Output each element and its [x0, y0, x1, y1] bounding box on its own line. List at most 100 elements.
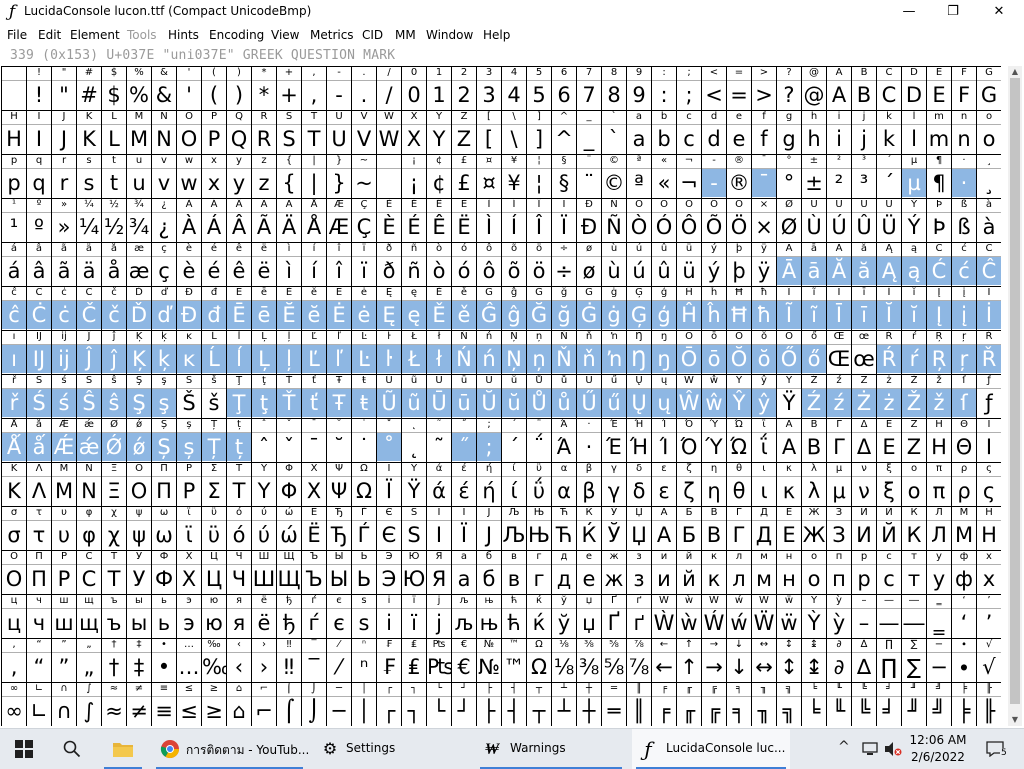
glyph-cell[interactable]: ę — [402, 301, 426, 329]
glyph-cell-label[interactable]: Я — [427, 550, 451, 564]
glyph-cell[interactable]: ή — [477, 477, 501, 505]
glyph-cell[interactable]: Ì — [477, 213, 501, 241]
glyph-cell-label[interactable]: ĝ — [502, 286, 526, 300]
glyph-cell[interactable]: Ņ — [502, 345, 526, 373]
glyph-cell-label[interactable]: ć — [952, 242, 976, 256]
glyph-cell-label[interactable]: į — [952, 286, 976, 300]
glyph-cell-label[interactable]: ╕ — [727, 682, 751, 696]
glyph-cell-label[interactable]: ^ — [552, 110, 576, 124]
glyph-cell-label[interactable]: Þ — [927, 198, 951, 212]
glyph-cell-label[interactable]: Ÿ — [777, 374, 801, 388]
glyph-cell-label[interactable]: ¤ — [477, 154, 501, 168]
glyph-cell[interactable]: Ţ — [227, 389, 251, 417]
glyph-cell-label[interactable]: ¥ — [502, 154, 526, 168]
menu-cid[interactable]: CID — [362, 28, 383, 42]
glyph-cell[interactable]: & — [152, 81, 176, 109]
glyph-cell-label[interactable]: ũ — [402, 374, 426, 388]
glyph-cell[interactable]: ŷ — [752, 389, 776, 417]
glyph-cell-label[interactable]: ` — [602, 110, 626, 124]
glyph-cell[interactable]: ⅜ — [577, 653, 601, 681]
glyph-cell[interactable]: κ — [777, 477, 801, 505]
glyph-cell-label[interactable]: χ — [102, 506, 126, 520]
glyph-cell-label[interactable]: z — [252, 154, 276, 168]
glyph-cell-label[interactable]: Ŧ — [327, 374, 351, 388]
glyph-cell-label[interactable]: Ŝ — [77, 374, 101, 388]
glyph-cell[interactable]: Ĭ — [877, 301, 901, 329]
glyph-cell[interactable]: Τ — [227, 477, 251, 505]
glyph-cell-label[interactable]: ₤ — [402, 638, 426, 652]
minimize-button[interactable]: — — [886, 0, 932, 24]
glyph-cell[interactable]: ⅝ — [602, 653, 626, 681]
glyph-cell-label[interactable]: 2 — [452, 66, 476, 80]
glyph-cell[interactable]: ō — [702, 345, 726, 373]
glyph-cell-label[interactable]: › — [252, 638, 276, 652]
glyph-cell[interactable]: ð — [377, 257, 401, 285]
glyph-cell[interactable]: ŉ — [602, 345, 626, 373]
glyph-cell[interactable]: ǿ — [127, 433, 151, 461]
glyph-cell[interactable]: ě — [452, 301, 476, 329]
glyph-cell[interactable]: Ħ — [727, 301, 751, 329]
glyph-cell-label[interactable]: Å — [302, 198, 326, 212]
glyph-cell-label[interactable]: æ — [127, 242, 151, 256]
glyph-cell-label[interactable]: Љ — [502, 506, 526, 520]
glyph-cell[interactable]: ║ — [627, 697, 651, 725]
glyph-cell[interactable]: ┤ — [502, 697, 526, 725]
glyph-cell[interactable]: ˜ — [427, 433, 451, 461]
glyph-cell-label[interactable]: L — [102, 110, 126, 124]
glyph-cell-label[interactable]: ή — [477, 462, 501, 476]
glyph-cell-label[interactable]: ν — [852, 462, 876, 476]
glyph-cell-label[interactable]: σ — [2, 506, 26, 520]
glyph-cell[interactable]: ś — [52, 389, 76, 417]
glyph-cell-label[interactable]: $ — [102, 66, 126, 80]
glyph-cell[interactable]: ‰ — [202, 653, 226, 681]
glyph-cell-label[interactable]: ћ — [502, 594, 526, 608]
glyph-cell[interactable]: ŭ — [502, 389, 526, 417]
glyph-cell[interactable]: ↔ — [752, 653, 776, 681]
glyph-cell-label[interactable]: S — [277, 110, 301, 124]
glyph-cell[interactable]: Ω — [527, 653, 551, 681]
glyph-cell-label[interactable]: ї — [402, 594, 426, 608]
glyph-cell-label[interactable]: ǻ — [27, 418, 51, 432]
glyph-cell-label[interactable]: î — [327, 242, 351, 256]
glyph-cell[interactable]: χ — [102, 521, 126, 549]
glyph-cell-label[interactable]: ┼ — [577, 682, 601, 696]
glyph-cell[interactable]: Ē — [227, 301, 251, 329]
glyph-cell[interactable]: g — [777, 125, 801, 153]
glyph-cell-label[interactable]: Щ — [277, 550, 301, 564]
glyph-cell-label[interactable]: ˆ — [252, 418, 276, 432]
glyph-cell-label[interactable]: Ш — [252, 550, 276, 564]
glyph-cell-label[interactable]: ∑ — [902, 638, 926, 652]
glyph-cell-label[interactable]: - — [702, 154, 726, 168]
glyph-cell-label[interactable]: Ϊ — [377, 462, 401, 476]
glyph-cell-label[interactable]: D — [902, 66, 926, 80]
glyph-cell-label[interactable]: њ — [477, 594, 501, 608]
glyph-cell[interactable]: υ — [52, 521, 76, 549]
glyph-cell[interactable]: ũ — [402, 389, 426, 417]
glyph-cell[interactable]: ¹ — [2, 213, 26, 241]
glyph-cell[interactable]: њ — [477, 609, 501, 637]
glyph-cell-label[interactable]: ķ — [152, 330, 176, 344]
glyph-cell-label[interactable]: ┘ — [452, 682, 476, 696]
glyph-cell-label[interactable]: ļ — [277, 330, 301, 344]
glyph-cell-label[interactable]: й — [677, 550, 701, 564]
glyph-cell-label[interactable]: ‼ — [277, 638, 301, 652]
glyph-cell[interactable]: Χ — [302, 477, 326, 505]
glyph-cell-label[interactable]: Ļ — [252, 330, 276, 344]
glyph-cell-label[interactable]: ŝ — [102, 374, 126, 388]
glyph-cell[interactable]: ŧ — [352, 389, 376, 417]
glyph-cell[interactable]: ñ — [402, 257, 426, 285]
glyph-cell-label[interactable]: ý — [702, 242, 726, 256]
glyph-cell[interactable]: è — [177, 257, 201, 285]
glyph-cell[interactable]: à — [977, 213, 1001, 241]
glyph-cell-label[interactable]: ¸ — [977, 154, 1001, 168]
glyph-cell-label[interactable]: ґ — [627, 594, 651, 608]
glyph-cell-label[interactable]: О — [2, 550, 26, 564]
glyph-cell[interactable]: ; — [477, 433, 501, 461]
glyph-cell[interactable]: › — [252, 653, 276, 681]
glyph-cell-label[interactable]: Ϋ — [402, 462, 426, 476]
glyph-cell[interactable]: ë — [252, 257, 276, 285]
glyph-cell-label[interactable]: ↕ — [777, 638, 801, 652]
glyph-cell[interactable]: – — [852, 609, 876, 637]
glyph-cell[interactable]: Љ — [502, 521, 526, 549]
glyph-cell-label[interactable] — [2, 66, 26, 80]
